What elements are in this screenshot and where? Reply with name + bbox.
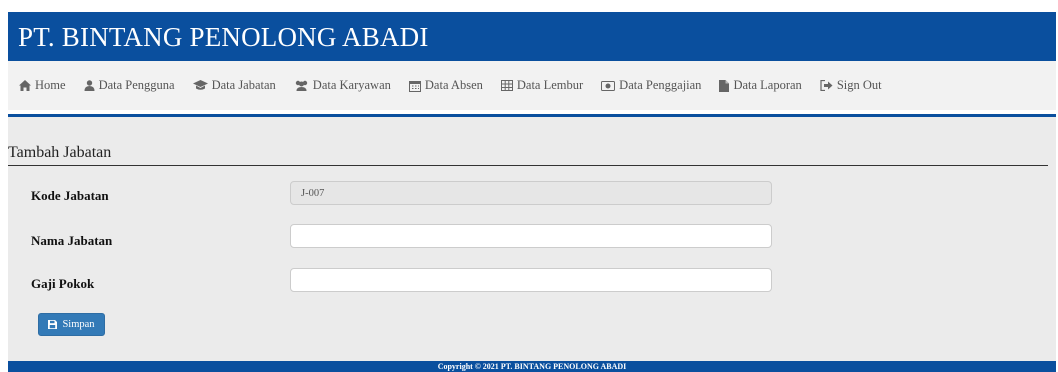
sign-out-icon xyxy=(820,80,833,91)
gaji-pokok-field[interactable] xyxy=(290,268,772,292)
nav-item-data-penggajian[interactable]: Data Penggajian xyxy=(601,78,701,93)
nav-item-data-pengguna[interactable]: Data Pengguna xyxy=(84,78,175,93)
graduation-cap-icon xyxy=(192,80,208,90)
nav-item-data-jabatan[interactable]: Data Jabatan xyxy=(192,78,276,93)
nav-label-data-pengguna: Data Pengguna xyxy=(98,78,175,92)
calendar-icon xyxy=(408,80,421,92)
floppy-disk-icon xyxy=(48,320,58,329)
nav-label-data-penggajian: Data Penggajian xyxy=(619,78,702,92)
nav-item-data-lembur[interactable]: Data Lembur xyxy=(500,78,584,93)
app-title: PT. BINTANG PENOLONG ABADI xyxy=(18,22,429,52)
nav-label-data-lembur: Data Lembur xyxy=(516,78,584,92)
save-button[interactable]: Simpan xyxy=(38,313,105,336)
money-icon xyxy=(601,80,616,91)
nav-item-home[interactable]: Home xyxy=(19,78,66,93)
nav-item-sign-out[interactable]: Sign Out xyxy=(820,78,882,93)
users-icon xyxy=(295,80,307,91)
form-title: Tambah Jabatan xyxy=(8,144,112,161)
nav-label-data-laporan: Data Laporan xyxy=(733,78,802,92)
copyright-text: Copyright © 2021 PT. BINTANG PENOLONG AB… xyxy=(437,362,627,371)
home-icon xyxy=(19,80,31,91)
user-icon xyxy=(84,80,95,91)
nav-item-data-laporan[interactable]: Data Laporan xyxy=(719,78,802,93)
nama-jabatan-field[interactable] xyxy=(290,224,772,248)
table-icon xyxy=(500,80,513,91)
footer: Copyright © 2021 PT. BINTANG PENOLONG AB… xyxy=(8,361,1056,372)
file-icon xyxy=(719,79,730,92)
nav-label-home: Home xyxy=(35,78,66,92)
form-title-divider xyxy=(8,165,1048,166)
nav-label-data-karyawan: Data Karyawan xyxy=(312,78,391,92)
nav-item-data-karyawan[interactable]: Data Karyawan xyxy=(294,78,391,93)
kode-jabatan-field[interactable] xyxy=(290,181,772,205)
save-button-label: Simpan xyxy=(62,319,95,330)
main-navbar: Home Data Pengguna Data Jabatan Data Kar… xyxy=(8,61,1056,110)
nav-item-data-absen[interactable]: Data Absen xyxy=(408,78,483,93)
gaji-pokok-label: Gaji Pokok xyxy=(31,276,95,291)
kode-jabatan-label: Kode Jabatan xyxy=(31,188,109,203)
nama-jabatan-label: Nama Jabatan xyxy=(31,233,113,248)
nav-label-sign-out: Sign Out xyxy=(836,78,882,92)
nav-label-data-jabatan: Data Jabatan xyxy=(211,78,276,92)
nav-label-data-absen: Data Absen xyxy=(424,78,483,92)
form-panel: Tambah Jabatan Kode Jabatan Nama Jabatan… xyxy=(8,117,1056,361)
app-header: PT. BINTANG PENOLONG ABADI xyxy=(8,12,1056,61)
